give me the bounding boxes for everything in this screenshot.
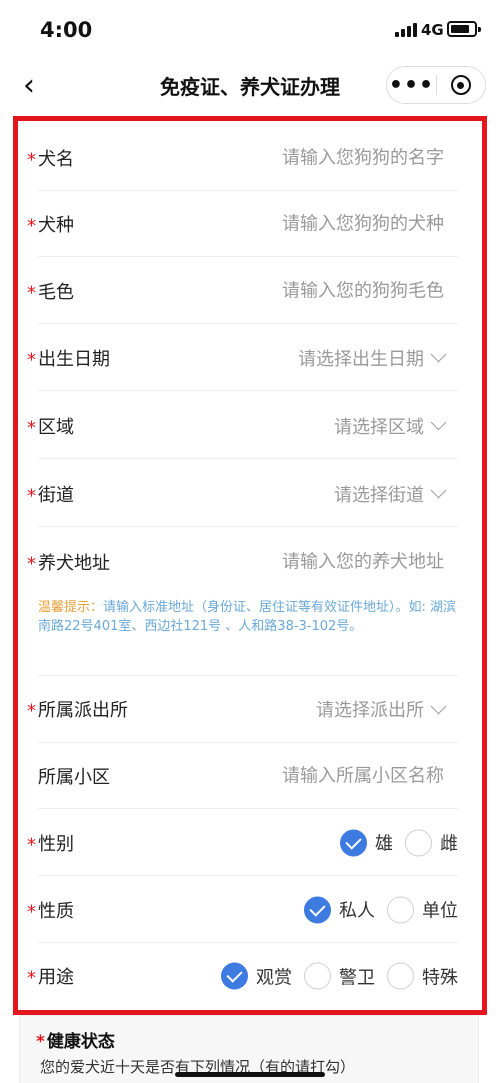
radio-checked-icon[interactable]: [340, 829, 367, 856]
required-mark: *: [27, 215, 36, 237]
option-label: 私人: [339, 900, 375, 922]
mini-program-capsule: •••: [386, 66, 486, 104]
coat-color-label: 毛色: [38, 281, 74, 303]
nature-label: 性质: [38, 900, 74, 922]
radio-unchecked-icon[interactable]: [405, 829, 432, 856]
option-label: 雄: [375, 833, 393, 855]
required-mark: *: [27, 485, 36, 507]
gender-row: * 性别 雄 雌: [27, 810, 458, 876]
more-icon[interactable]: •••: [387, 67, 436, 103]
street-row: * 街道 请选择街道: [27, 461, 458, 527]
street-label: 街道: [38, 484, 74, 506]
district-label: 区域: [38, 416, 74, 438]
tip-heading: 温馨提示：: [38, 600, 104, 615]
option-label: 警卫: [339, 967, 375, 988]
status-bar: 4:00 4G: [0, 0, 500, 58]
police-station-label: 所属派出所: [38, 700, 128, 721]
street-value: 请选择街道: [334, 484, 424, 506]
chevron-down-icon: [430, 346, 447, 363]
required-mark: *: [27, 700, 36, 722]
coat-color-input[interactable]: [194, 280, 444, 301]
usage-options: 观赏 警卫 特殊: [209, 962, 458, 990]
dog-name-label: 犬名: [38, 148, 74, 170]
breed-input[interactable]: [194, 213, 444, 234]
birth-date-select[interactable]: 请选择出生日期: [298, 345, 447, 371]
radio-checked-icon[interactable]: [304, 896, 331, 923]
close-mini-program-icon[interactable]: [437, 67, 485, 103]
district-value: 请选择区域: [334, 416, 424, 438]
option-label: 单位: [422, 900, 458, 922]
address-label: 养犬地址: [38, 553, 110, 574]
nature-option-organization[interactable]: 单位: [387, 896, 458, 923]
home-indicator[interactable]: [175, 1072, 325, 1077]
battery-icon: [447, 21, 481, 37]
nature-options: 私人 单位: [292, 896, 458, 923]
status-time: 4:00: [40, 18, 93, 42]
coat-color-row: * 毛色: [27, 258, 458, 324]
breed-row: * 犬种: [27, 191, 458, 257]
police-station-select[interactable]: 请选择派出所: [316, 696, 447, 722]
network-label: 4G: [421, 21, 444, 39]
option-label: 特殊: [422, 967, 458, 988]
nature-option-private[interactable]: 私人: [304, 896, 375, 923]
breed-label: 犬种: [38, 214, 74, 236]
address-row: * 养犬地址: [27, 529, 458, 595]
usage-option-guard[interactable]: 警卫: [304, 962, 375, 990]
required-mark: *: [27, 901, 36, 923]
police-station-value: 请选择派出所: [316, 700, 424, 721]
gender-option-male[interactable]: 雄: [340, 829, 393, 856]
nav-bar: ‹ 免疫证、养犬证办理 •••: [0, 58, 500, 112]
health-title: * 健康状态: [36, 1027, 115, 1052]
required-mark: *: [27, 834, 36, 856]
required-mark: *: [27, 553, 36, 575]
birth-date-label: 出生日期: [38, 348, 110, 370]
required-mark: *: [36, 1032, 45, 1052]
option-label: 雌: [440, 833, 458, 855]
gender-label: 性别: [38, 833, 74, 855]
gender-option-female[interactable]: 雌: [405, 829, 458, 856]
usage-option-special[interactable]: 特殊: [387, 962, 458, 990]
dog-name-input[interactable]: [194, 147, 444, 168]
required-mark: *: [27, 349, 36, 371]
required-mark: *: [27, 417, 36, 439]
chevron-down-icon: [430, 482, 447, 499]
required-mark: *: [27, 149, 36, 171]
community-row: 所属小区: [38, 743, 458, 809]
address-tip: 温馨提示：请输入标准地址（身份证、居住证等有效证件地址）。如: 湖滨南路22号4…: [38, 598, 458, 636]
district-select[interactable]: 请选择区域: [334, 413, 447, 439]
district-row: * 区域 请选择区域: [27, 393, 458, 459]
community-label: 所属小区: [38, 766, 110, 788]
required-mark: *: [27, 282, 36, 304]
gender-options: 雄 雌: [328, 829, 458, 856]
required-mark: *: [27, 967, 36, 989]
street-select[interactable]: 请选择街道: [334, 481, 447, 507]
usage-option-ornamental[interactable]: 观赏: [221, 962, 292, 990]
radio-checked-icon[interactable]: [221, 962, 248, 990]
usage-row: * 用途 观赏 警卫 特殊: [27, 943, 458, 1009]
radio-unchecked-icon[interactable]: [387, 962, 414, 990]
chevron-down-icon: [430, 414, 447, 431]
community-input[interactable]: [194, 765, 444, 786]
address-input[interactable]: [194, 551, 444, 573]
radio-unchecked-icon[interactable]: [304, 962, 331, 990]
health-title-text: 健康状态: [46, 1032, 115, 1052]
birth-date-row: * 出生日期 请选择出生日期: [27, 325, 458, 391]
chevron-down-icon: [430, 698, 447, 714]
nature-row: * 性质 私人 单位: [27, 877, 458, 943]
police-station-row: * 所属派出所 请选择派出所: [27, 675, 458, 743]
option-label: 观赏: [256, 967, 292, 988]
radio-unchecked-icon[interactable]: [387, 896, 414, 923]
dog-name-row: * 犬名: [27, 125, 458, 191]
signal-icon: [395, 23, 417, 37]
usage-label: 用途: [38, 967, 74, 988]
birth-date-value: 请选择出生日期: [298, 348, 424, 370]
